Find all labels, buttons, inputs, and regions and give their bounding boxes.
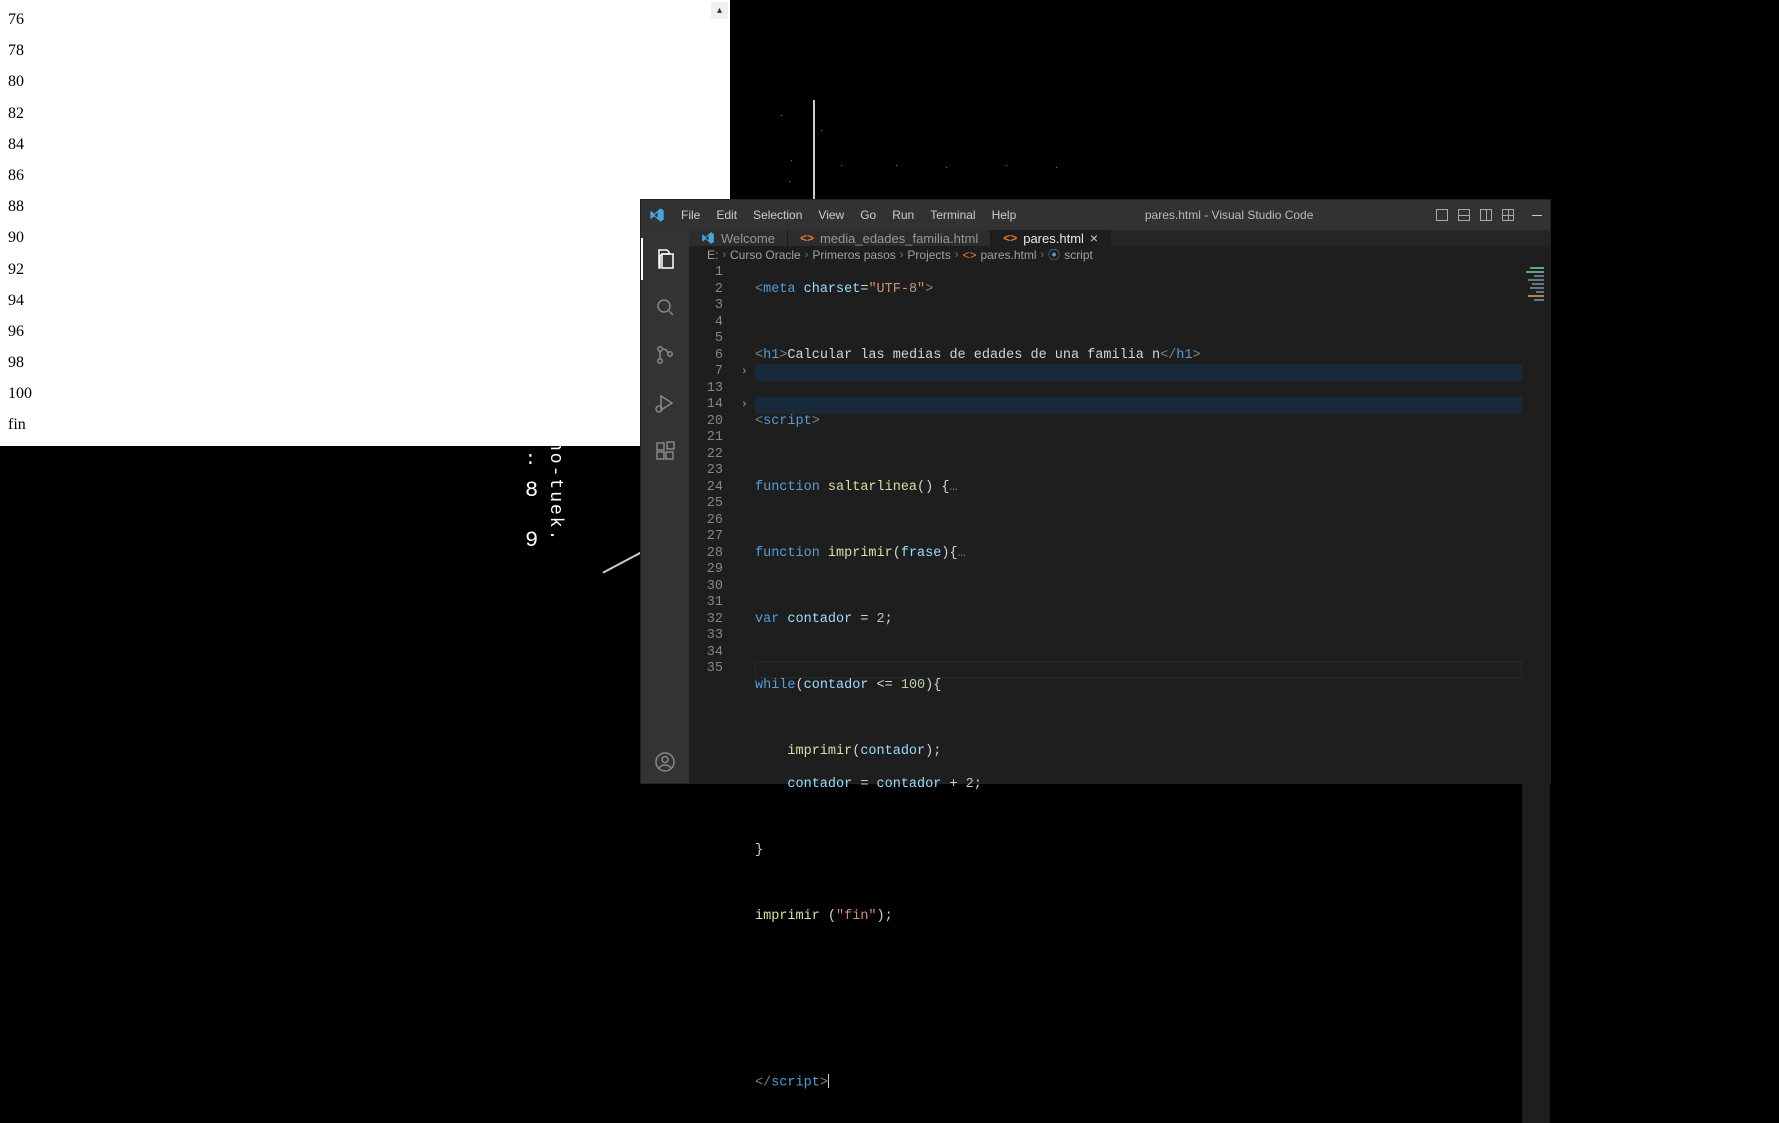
- chevron-right-icon: ›: [722, 249, 726, 261]
- fold-chevron-icon[interactable]: ›: [741, 397, 755, 414]
- desktop-number-8: 8: [525, 478, 538, 503]
- crumb[interactable]: script: [1064, 248, 1093, 262]
- code-content[interactable]: <meta charset="UTF-8"> <h1>Calcular las …: [755, 263, 1522, 1123]
- fold-chevron-icon[interactable]: ›: [741, 364, 755, 381]
- menu-view[interactable]: View: [812, 208, 850, 222]
- window-minimize-icon[interactable]: [1532, 215, 1542, 216]
- cursor-line: [755, 661, 1522, 678]
- activity-run-debug-icon[interactable]: [641, 382, 689, 424]
- desktop-vertical-line: [813, 100, 815, 200]
- crumb[interactable]: Primeros pasos: [812, 248, 895, 262]
- menu-go[interactable]: Go: [854, 208, 882, 222]
- layout-sidebar-right-icon[interactable]: [1480, 209, 1492, 221]
- tab-label: media_edades_familia.html: [820, 231, 978, 246]
- activity-source-control-icon[interactable]: [641, 334, 689, 376]
- crumb[interactable]: Projects: [907, 248, 950, 262]
- layout-panel-bottom-icon[interactable]: [1458, 209, 1470, 221]
- menu-selection[interactable]: Selection: [747, 208, 808, 222]
- browser-line: 98: [8, 347, 722, 378]
- layout-sidebar-left-icon[interactable]: [1436, 209, 1448, 221]
- activity-bar: [641, 230, 689, 783]
- browser-line: 92: [8, 254, 722, 285]
- menu-edit[interactable]: Edit: [710, 208, 743, 222]
- browser-line: 96: [8, 316, 722, 347]
- text-cursor: [828, 1074, 829, 1088]
- browser-line: 78: [8, 35, 722, 66]
- window-title: pares.html - Visual Studio Code: [1026, 208, 1432, 222]
- layout-grid-icon[interactable]: [1502, 209, 1514, 221]
- activity-search-icon[interactable]: [641, 286, 689, 328]
- browser-line: 100: [8, 378, 722, 409]
- desktop-stars: ·· ·· ·· ·· ·: [730, 0, 1550, 200]
- editor-tabs: Welcome <> media_edades_familia.html <> …: [689, 230, 1550, 246]
- fold-gutter[interactable]: › ›: [741, 263, 755, 1123]
- tab-pares[interactable]: <> pares.html ×: [991, 230, 1111, 246]
- tab-label: Welcome: [721, 231, 775, 246]
- menu-terminal[interactable]: Terminal: [924, 208, 981, 222]
- line-highlight: [755, 364, 1522, 381]
- browser-line: 82: [8, 98, 722, 129]
- crumb[interactable]: E:: [707, 248, 718, 262]
- browser-line: 88: [8, 191, 722, 222]
- browser-line: fin: [8, 409, 722, 440]
- line-highlight: [755, 397, 1522, 414]
- browser-line: 76: [8, 4, 722, 35]
- chevron-right-icon: ›: [1041, 249, 1045, 261]
- vscode-logo-icon: [701, 231, 715, 245]
- browser-line: 80: [8, 66, 722, 97]
- menu-help[interactable]: Help: [986, 208, 1023, 222]
- html-file-icon: <>: [1003, 231, 1017, 245]
- menu-run[interactable]: Run: [886, 208, 920, 222]
- crumb[interactable]: Curso Oracle: [730, 248, 801, 262]
- menu-file[interactable]: File: [675, 208, 706, 222]
- browser-line: 86: [8, 160, 722, 191]
- desktop-colon: :: [525, 450, 536, 470]
- chevron-right-icon: ›: [900, 249, 904, 261]
- browser-line: 90: [8, 222, 722, 253]
- close-icon[interactable]: ×: [1090, 230, 1098, 246]
- chevron-right-icon: ›: [805, 249, 809, 261]
- vscode-logo-icon: [649, 207, 665, 223]
- chevron-right-icon: ›: [955, 249, 959, 261]
- breadcrumb[interactable]: E:› Curso Oracle› Primeros pasos› Projec…: [689, 246, 1550, 263]
- html-file-icon: <>: [800, 231, 814, 245]
- activity-accounts-icon[interactable]: [641, 741, 689, 783]
- browser-line: 84: [8, 129, 722, 160]
- desktop-number-9: 9: [525, 528, 538, 553]
- title-bar[interactable]: File Edit Selection View Go Run Terminal…: [641, 200, 1550, 230]
- vscode-window: File Edit Selection View Go Run Terminal…: [640, 199, 1551, 784]
- line-number-gutter: 1234567131420212223242526272829303132333…: [689, 263, 741, 1123]
- tab-label: pares.html: [1023, 231, 1084, 246]
- activity-explorer-icon[interactable]: [641, 238, 689, 280]
- editor-main: Welcome <> media_edades_familia.html <> …: [689, 230, 1550, 783]
- scroll-up-arrow-icon[interactable]: ▴: [711, 2, 728, 19]
- tab-welcome[interactable]: Welcome: [689, 230, 788, 246]
- crumb[interactable]: pares.html: [980, 248, 1036, 262]
- tab-media-edades[interactable]: <> media_edades_familia.html: [788, 230, 991, 246]
- desktop-vertical-text: no-tuek.: [545, 440, 565, 542]
- html-file-icon: <>: [962, 248, 976, 262]
- activity-extensions-icon[interactable]: [641, 430, 689, 472]
- code-editor[interactable]: 1234567131420212223242526272829303132333…: [689, 263, 1550, 1123]
- browser-line: 94: [8, 285, 722, 316]
- browser-output-page: 76 78 80 82 84 86 88 90 92 94 96 98 100 …: [0, 0, 730, 446]
- minimap[interactable]: [1522, 263, 1550, 1123]
- symbol-icon: ⦿: [1048, 246, 1060, 263]
